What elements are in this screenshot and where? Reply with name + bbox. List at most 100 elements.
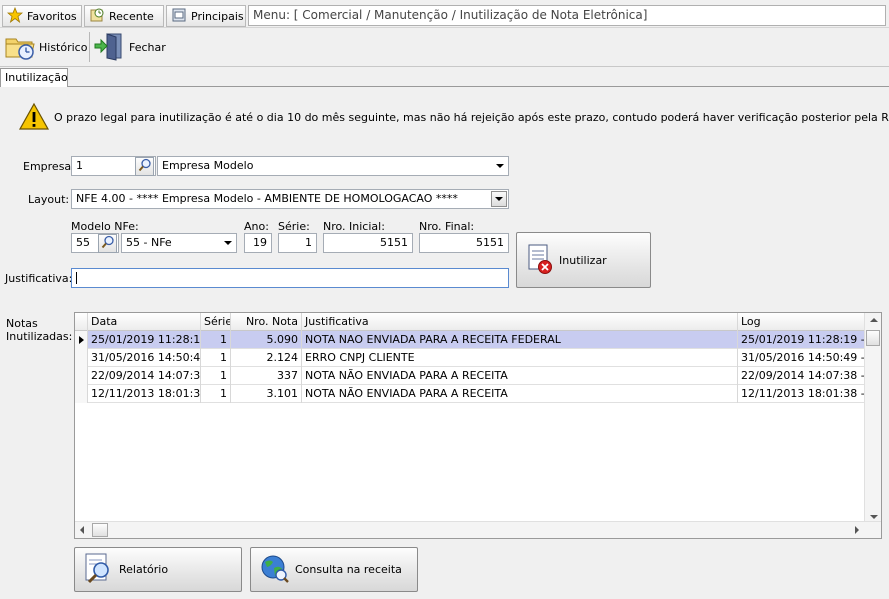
exit-door-icon (94, 31, 126, 64)
chevron-down-icon (496, 164, 504, 168)
relatorio-label: Relatório (119, 563, 169, 576)
tab-inutilizacao[interactable]: Inutilização (0, 68, 68, 87)
ano-input[interactable]: 19 (244, 233, 272, 253)
layout-dropdown-button[interactable] (491, 191, 507, 207)
col-header-serie[interactable]: Série (201, 313, 231, 331)
row-indicator (75, 349, 88, 367)
col-header-data[interactable]: Data (88, 313, 201, 331)
history-folder-icon (4, 31, 36, 64)
serie-label: Série: (278, 220, 310, 233)
menu-path: Menu: [ Comercial / Manutenção / Inutili… (248, 5, 886, 26)
table-row[interactable]: 31/05/2016 14:50:49 1 2.124 ERRO CNPJ CL… (75, 349, 865, 367)
cell-nro-nota: 2.124 (231, 349, 302, 367)
cell-nro-nota: 337 (231, 367, 302, 385)
nro-inicial-label: Nro. Inicial: (323, 220, 385, 233)
cell-nro-nota: 3.101 (231, 385, 302, 403)
table-row[interactable]: 22/09/2014 14:07:38 1 337 NOTA NÃO ENVIA… (75, 367, 865, 385)
col-header-justificativa[interactable]: Justificativa (302, 313, 738, 331)
horizontal-scroll-thumb[interactable] (92, 523, 108, 537)
layout-select[interactable]: NFE 4.00 - **** Empresa Modelo - AMBIENT… (71, 189, 509, 209)
nro-final-value: 5151 (476, 236, 504, 249)
principais-button[interactable]: Principais (166, 5, 246, 27)
text-cursor (76, 272, 77, 284)
chevron-down-icon (495, 197, 503, 201)
globe-icon (259, 552, 291, 587)
toolbar-separator (89, 32, 90, 62)
fechar-button[interactable]: Fechar (94, 31, 166, 64)
vertical-scroll-thumb[interactable] (866, 330, 880, 346)
current-row-arrow-icon (79, 336, 84, 344)
document-cancel-icon (525, 243, 555, 278)
principais-icon (171, 7, 187, 26)
inutilizar-button[interactable]: Inutilizar (516, 232, 651, 288)
cell-serie: 1 (201, 385, 231, 403)
cell-serie: 1 (201, 367, 231, 385)
ano-label: Ano: (244, 220, 269, 233)
modelo-select[interactable]: 55 - NFe (121, 233, 237, 253)
row-indicator (75, 331, 88, 349)
scroll-down-icon[interactable] (870, 515, 878, 519)
cell-log: 22/09/2014 14:07:38 - KE (741, 369, 865, 382)
notas-label-line1: Notas (6, 317, 38, 330)
justificativa-label: Justificativa: (5, 272, 73, 285)
empresa-select[interactable]: Empresa Modelo (157, 156, 509, 176)
justificativa-input[interactable] (71, 268, 509, 288)
cell-data: 12/11/2013 18:01:38 (88, 385, 201, 403)
favoritos-button[interactable]: Favoritos (2, 5, 82, 27)
row-indicator (75, 385, 88, 403)
serie-value: 1 (305, 236, 312, 249)
cell-serie: 1 (201, 349, 231, 367)
scroll-up-icon[interactable] (870, 318, 878, 322)
warning-text: O prazo legal para inutilização é até o … (54, 111, 889, 124)
scroll-right-icon[interactable] (855, 526, 859, 534)
col-header-nro-nota[interactable]: Nro. Nota (231, 313, 302, 331)
nro-inicial-input[interactable]: 5151 (323, 233, 413, 253)
table-row[interactable]: 25/01/2019 11:28:19 1 5.090 NOTA NAO ENV… (75, 331, 865, 349)
cell-data: 31/05/2016 14:50:49 (88, 349, 201, 367)
favoritos-label: Favoritos (27, 9, 77, 23)
chevron-down-icon (224, 241, 232, 245)
grid-header: Data Série Nro. Nota Justificativa Log (75, 313, 865, 331)
relatorio-button[interactable]: Relatório (74, 547, 242, 592)
magnifier-icon (101, 235, 115, 252)
cell-log: 12/11/2013 18:01:38 - EL (741, 387, 865, 400)
horizontal-scrollbar[interactable] (75, 521, 881, 538)
historico-button[interactable]: Histórico (4, 31, 87, 64)
recent-icon (89, 7, 105, 26)
scroll-left-icon[interactable] (80, 526, 84, 534)
empresa-code-value: 1 (76, 159, 83, 172)
table-row[interactable]: 12/11/2013 18:01:38 1 3.101 NOTA NÃO ENV… (75, 385, 865, 403)
cell-data: 22/09/2014 14:07:38 (88, 367, 201, 385)
row-indicator (75, 367, 88, 385)
fechar-label: Fechar (129, 41, 166, 54)
modelo-name-value: 55 - NFe (126, 236, 172, 249)
nro-final-input[interactable]: 5151 (419, 233, 509, 253)
cell-justificativa: NOTA NÃO ENVIADA PARA A RECEITA (302, 367, 738, 385)
modelo-search-button[interactable] (98, 234, 117, 253)
empresa-search-button[interactable] (135, 157, 154, 176)
empresa-name-value: Empresa Modelo (162, 159, 254, 172)
recente-label: Recente (109, 9, 154, 23)
nro-final-label: Nro. Final: (419, 220, 475, 233)
principais-label: Principais (191, 9, 244, 23)
report-magnifier-icon (83, 552, 115, 587)
star-icon (6, 6, 24, 26)
warning-icon (18, 102, 50, 135)
vertical-scrollbar[interactable] (864, 313, 881, 523)
col-header-log[interactable]: Log (738, 313, 865, 331)
cell-justificativa: NOTA NAO ENVIADA PARA A RECEITA FEDERAL (302, 331, 738, 349)
cell-log: 25/01/2019 11:28:19 - CA (741, 333, 865, 346)
modelo-code-value: 55 (76, 236, 90, 249)
recente-button[interactable]: Recente (84, 5, 164, 27)
empresa-label: Empresa: (23, 160, 75, 173)
cell-log: 31/05/2016 14:50:49 - KE (741, 351, 865, 364)
modelo-label: Modelo NFe: (71, 220, 139, 233)
notas-grid[interactable]: Data Série Nro. Nota Justificativa Log 2… (74, 312, 882, 539)
cell-serie: 1 (201, 331, 231, 349)
ano-value: 19 (253, 236, 267, 249)
header-indicator (75, 313, 88, 331)
serie-input[interactable]: 1 (278, 233, 317, 253)
cell-nro-nota: 5.090 (231, 331, 302, 349)
consulta-receita-button[interactable]: Consulta na receita (250, 547, 418, 592)
tab-divider (68, 86, 889, 87)
